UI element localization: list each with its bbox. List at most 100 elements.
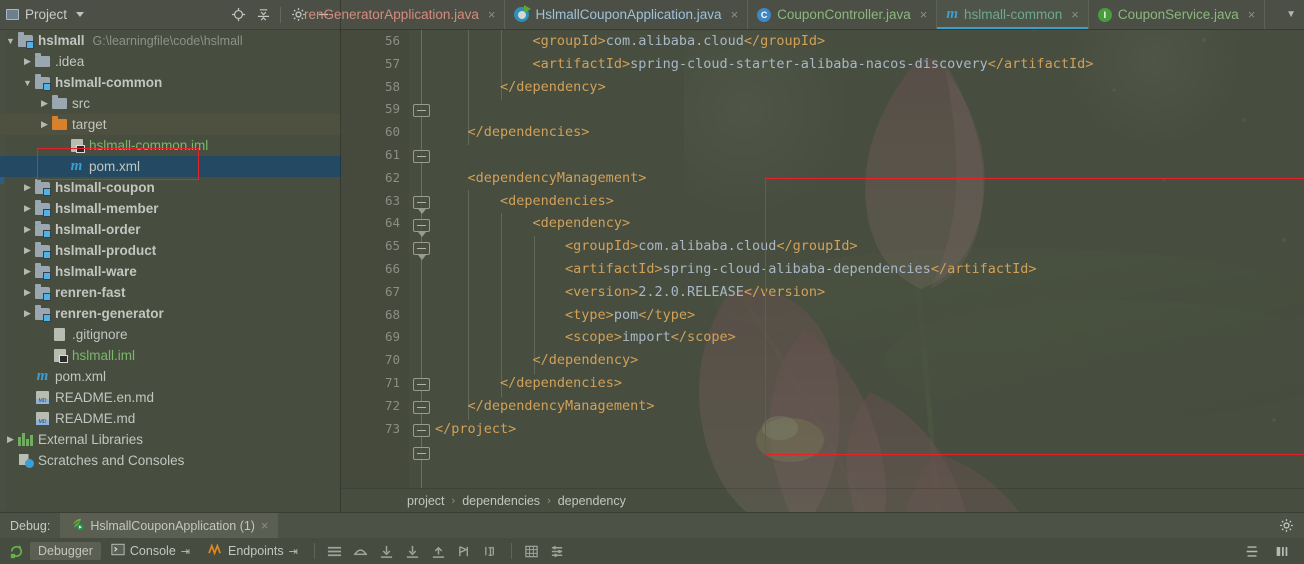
frames-icon[interactable] [323,540,347,562]
code-line[interactable]: </dependencies> [435,121,1304,144]
drop-frame-icon[interactable] [479,540,503,562]
tree-item-target[interactable]: ▶ target [0,114,341,135]
chevron-right-icon[interactable]: ▶ [21,245,34,256]
locate-target-icon[interactable] [226,3,250,27]
breadcrumb[interactable]: project › dependencies › dependency [341,488,1304,512]
fold-marker[interactable] [413,219,430,237]
chevron-right-icon[interactable]: ▶ [38,119,51,130]
tree-item-external-libraries[interactable]: ▶ External Libraries [0,429,341,450]
debug-tab-console[interactable]: Console ⇥ [103,541,198,561]
run-to-cursor-icon[interactable] [453,540,477,562]
debug-session-tab[interactable]: HslmallCouponApplication (1) × [60,513,279,538]
chevron-right-icon[interactable]: ▶ [21,203,34,214]
editor-tab-hslmall-coupon-app[interactable]: HslmallCouponApplication.java × [505,0,749,29]
debug-tab-debugger[interactable]: Debugger [30,542,101,560]
code-line[interactable]: </dependency> [435,349,1304,372]
chevron-right-icon[interactable]: ▶ [21,287,34,298]
tree-item-hslmall-member[interactable]: ▶ hslmall-member [0,198,341,219]
tree-item-hslmall-order[interactable]: ▶ hslmall-order [0,219,341,240]
code-line[interactable]: <groupId>com.alibaba.cloud</groupId> [435,30,1304,53]
debug-toolbar[interactable]: Debugger Console ⇥ Endpoints ⇥ [0,538,1304,564]
project-panel-title-button[interactable]: Project [6,7,85,22]
breadcrumb-item-dependencies[interactable]: dependencies [462,494,540,508]
tree-item-hslmall-iml[interactable]: hslmall.iml [0,345,341,366]
debug-settings-gear-icon[interactable] [1279,518,1304,533]
close-icon[interactable]: × [920,7,928,22]
code-line[interactable]: </dependencyManagement> [435,395,1304,418]
tree-item-hslmall-coupon[interactable]: ▶ hslmall-coupon [0,177,341,198]
horizontal-layout-icon[interactable] [1240,540,1264,562]
tree-item-gitignore[interactable]: .gitignore [0,324,341,345]
editor-code-area[interactable]: <groupId>com.alibaba.cloud</groupId> <ar… [435,30,1304,488]
tree-item-src[interactable]: ▶ src [0,93,341,114]
code-line[interactable] [435,98,1304,121]
chevron-right-icon[interactable]: ▶ [21,266,34,277]
code-line[interactable]: </dependency> [435,76,1304,99]
close-icon[interactable]: × [488,7,496,22]
code-line[interactable]: <artifactId>spring-cloud-starter-alibaba… [435,53,1304,76]
pin-arrow-icon[interactable]: ⇥ [289,545,298,558]
fold-marker[interactable] [413,401,430,414]
force-step-into-icon[interactable] [401,540,425,562]
fold-marker[interactable] [413,447,430,460]
tree-item-hslmall-ware[interactable]: ▶ hslmall-ware [0,261,341,282]
editor-tab-coupon-service[interactable]: I CouponService.java × [1089,0,1266,29]
code-line[interactable]: <version>2.2.0.RELEASE</version> [435,281,1304,304]
code-line[interactable]: <artifactId>spring-cloud-alibaba-depende… [435,258,1304,281]
code-line[interactable]: <dependencies> [435,190,1304,213]
tree-item-renren-generator[interactable]: ▶ renren-generator [0,303,341,324]
editor-tab-hslmall-common-pom[interactable]: m hslmall-common × [937,0,1089,29]
close-icon[interactable]: × [1248,7,1256,22]
editor-fold-gutter[interactable] [409,30,435,488]
editor-tab-coupon-controller[interactable]: C CouponController.java × [748,0,938,29]
chevron-down-icon[interactable] [76,12,85,17]
editor-tabs-overflow-chevron-down-icon[interactable]: ▼ [1278,0,1304,29]
chevron-right-icon[interactable]: ▶ [21,182,34,193]
code-line[interactable]: <scope>import</scope> [435,326,1304,349]
code-line[interactable]: <groupId>com.alibaba.cloud</groupId> [435,235,1304,258]
debug-tab-endpoints[interactable]: Endpoints ⇥ [200,541,306,561]
tree-item-renren-fast[interactable]: ▶ renren-fast [0,282,341,303]
step-over-icon[interactable] [349,540,373,562]
tree-item-hslmall-common[interactable]: ▼ hslmall-common [0,72,341,93]
breadcrumb-item-project[interactable]: project [407,494,445,508]
tree-item-hslmall-common-iml[interactable]: hslmall-common.iml [0,135,341,156]
code-line[interactable]: <dependency> [435,212,1304,235]
pin-arrow-icon[interactable]: ⇥ [181,545,190,558]
close-icon[interactable]: × [1071,7,1079,22]
editor-scrollbar[interactable] [1292,60,1304,488]
editor-tab-renren-generator-app[interactable]: renGeneratorApplication.java × [295,0,506,29]
chevron-right-icon[interactable]: ▶ [38,98,51,109]
tree-item-idea[interactable]: ▶ .idea [0,51,341,72]
code-line[interactable]: </project> [435,418,1304,441]
tree-item-hslmall[interactable]: ▼ hslmall G:\learningfile\code\hslmall [0,30,341,51]
close-icon[interactable]: × [261,519,268,533]
chevron-right-icon[interactable]: ▶ [21,56,34,67]
code-line[interactable]: </dependencies> [435,372,1304,395]
chevron-down-icon[interactable]: ▼ [4,36,17,46]
tree-item-pom-xml-common[interactable]: m pom.xml [0,156,341,177]
vertical-layout-icon[interactable] [1270,540,1294,562]
close-icon[interactable]: × [731,7,739,22]
breadcrumb-item-dependency[interactable]: dependency [558,494,626,508]
layout-settings-icon[interactable] [546,540,570,562]
tree-item-readme[interactable]: README.md [0,408,341,429]
code-line[interactable]: <type>pom</type> [435,304,1304,327]
fold-marker[interactable] [413,242,430,260]
tree-item-pom-xml-root[interactable]: m pom.xml [0,366,341,387]
fold-marker[interactable] [413,424,430,437]
tree-item-scratches[interactable]: Scratches and Consoles [0,450,341,471]
code-line[interactable] [435,144,1304,167]
chevron-down-icon[interactable]: ▼ [21,78,34,88]
fold-marker[interactable] [413,196,430,214]
evaluate-expression-icon[interactable] [520,540,544,562]
code-line[interactable]: <dependencyManagement> [435,167,1304,190]
step-into-icon[interactable] [375,540,399,562]
fold-marker[interactable] [413,150,430,163]
rerun-icon[interactable] [4,540,28,562]
chevron-right-icon[interactable]: ▶ [21,224,34,235]
fold-marker[interactable] [413,104,430,117]
tree-item-readme-en[interactable]: README.en.md [0,387,341,408]
editor-tab-bar[interactable]: renGeneratorApplication.java × HslmallCoup… [304,0,1304,30]
project-tree[interactable]: ▼ hslmall G:\learningfile\code\hslmall ▶ .id… [0,30,341,510]
